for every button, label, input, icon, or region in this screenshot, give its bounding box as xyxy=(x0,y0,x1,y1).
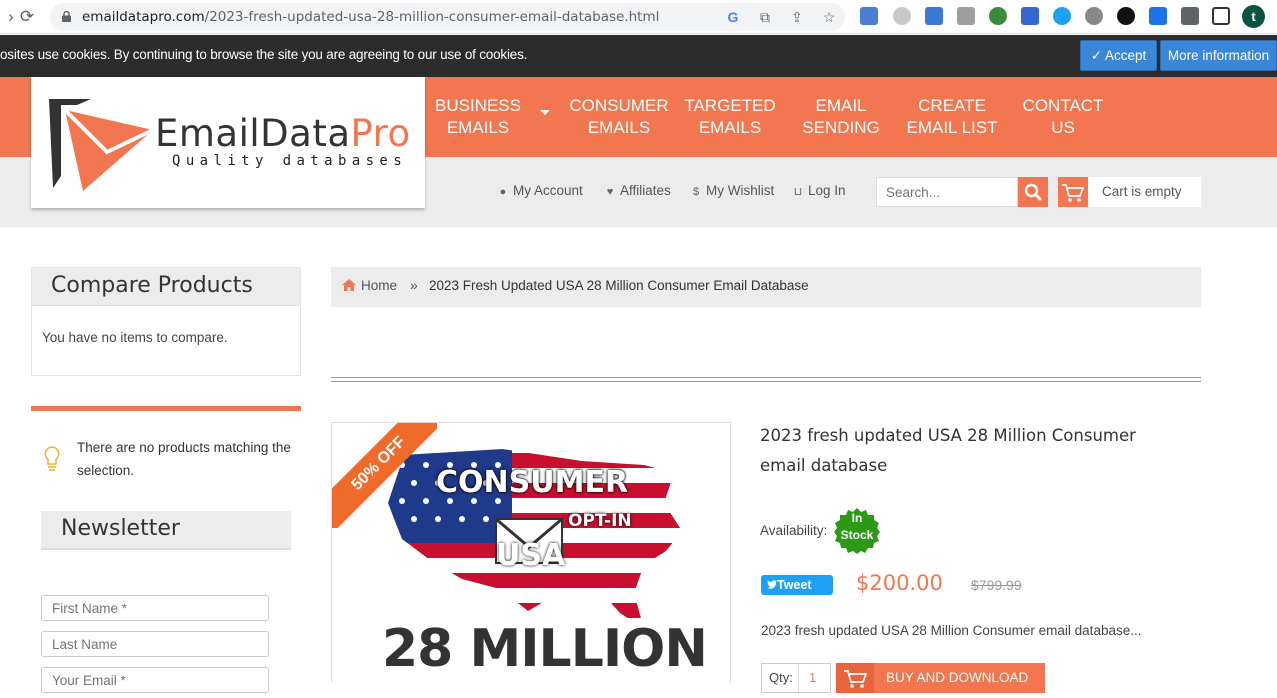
menu-business-emails[interactable]: Business Emails xyxy=(430,95,526,139)
extensions-puzzle-icon[interactable] xyxy=(1181,7,1199,25)
unlock-icon: ⊔ xyxy=(793,186,803,198)
product-title: 2023 fresh updated USA 28 Million Consum… xyxy=(760,426,1136,475)
product-price: $200.00 xyxy=(856,571,943,595)
extension-translate-icon[interactable] xyxy=(860,7,878,25)
google-icon[interactable]: G xyxy=(724,8,742,26)
logo-tagline: Quality databases xyxy=(172,153,408,169)
shopping-cart-icon xyxy=(1062,184,1085,202)
tweet-button[interactable]: Tweet xyxy=(761,575,833,595)
image-usa-text: USA xyxy=(496,538,566,573)
buy-and-download-button[interactable]: Buy and Download xyxy=(836,663,1045,693)
stock-status: In Stock xyxy=(840,511,874,542)
availability-label: Availability: xyxy=(760,523,828,538)
extension-person-icon[interactable] xyxy=(957,7,975,25)
menu-email-sending[interactable]: Email Sending xyxy=(795,95,887,139)
site-logo[interactable]: EmailDataPro Quality databases xyxy=(31,77,425,208)
extension-twitter-icon[interactable] xyxy=(1053,7,1071,25)
browser-toolbar: › ⟳ emaildatapro.com/2023-fresh-updated-… xyxy=(0,0,1277,34)
compare-title: Compare Products xyxy=(51,273,253,298)
discount-ribbon-label: 50% OFF xyxy=(332,423,437,528)
breadcrumb: Home » 2023 Fresh Updated USA 28 Million… xyxy=(331,267,1201,307)
side-panel-icon[interactable] xyxy=(1212,7,1230,25)
menu-contact-us[interactable]: Contact Us xyxy=(1018,95,1108,139)
extension-dark-icon[interactable] xyxy=(1117,7,1135,25)
my-wishlist-link[interactable]: $ My Wishlist xyxy=(690,183,774,198)
home-icon xyxy=(342,279,356,291)
buy-cart-box xyxy=(836,663,874,693)
extension-code-icon[interactable] xyxy=(1021,7,1039,25)
section-divider xyxy=(31,406,301,411)
product-image[interactable]: 50% OFF CONSUMER OPT-IN USA 28 MILLION xyxy=(331,422,731,683)
share-icon[interactable]: ⇪ xyxy=(788,8,806,26)
cart-button[interactable] xyxy=(1058,177,1088,207)
lock-icon xyxy=(62,11,71,22)
translate-icon[interactable]: ⧉ xyxy=(756,8,774,26)
email-field[interactable] xyxy=(41,667,269,693)
quantity-field[interactable]: Qty: 1 xyxy=(761,663,831,693)
cookie-notice-bar: osites use cookies. By continuing to bro… xyxy=(0,35,1277,77)
newsletter-title: Newsletter xyxy=(61,516,180,541)
breadcrumb-current: 2023 Fresh Updated USA 28 Million Consum… xyxy=(429,278,809,293)
image-optin-text: OPT-IN xyxy=(568,511,632,531)
newsletter-header: Newsletter xyxy=(41,511,291,550)
qty-divider xyxy=(798,664,799,692)
url-text: emaildatapro.com/2023-fresh-updated-usa-… xyxy=(82,9,660,25)
user-icon: ● xyxy=(499,186,507,198)
short-description: 2023 fresh updated USA 28 Million Consum… xyxy=(761,623,1142,638)
menu-targeted-emails[interactable]: Targeted Emails xyxy=(680,95,780,139)
menu-consumer-emails[interactable]: Consumer Emails xyxy=(566,95,672,139)
breadcrumb-separator: » xyxy=(410,277,418,293)
money-bag-icon: $ xyxy=(692,186,700,198)
log-in-link[interactable]: ⊔ Log In xyxy=(792,183,846,198)
profile-avatar[interactable]: t xyxy=(1242,5,1265,28)
envelope-logo-icon xyxy=(49,99,154,191)
image-consumer-text: CONSUMER xyxy=(436,465,629,500)
address-bar[interactable]: emaildatapro.com/2023-fresh-updated-usa-… xyxy=(50,3,845,31)
my-account-link[interactable]: ● My Account xyxy=(497,183,583,198)
breadcrumb-home-link[interactable]: Home xyxy=(361,278,397,293)
extension-web-icon[interactable] xyxy=(1085,7,1103,25)
reload-icon[interactable]: ⟳ xyxy=(16,6,38,28)
image-million-text: 28 MILLION xyxy=(382,619,708,679)
shopping-cart-icon xyxy=(844,670,868,688)
first-name-field[interactable] xyxy=(41,595,269,621)
heart-icon: ♥ xyxy=(606,186,614,198)
cart-status[interactable]: Cart is empty xyxy=(1088,177,1201,207)
cookie-notice-text: osites use cookies. By continuing to bro… xyxy=(0,47,528,62)
lightbulb-icon xyxy=(44,446,60,471)
extension-save-icon[interactable] xyxy=(1149,7,1167,25)
bookmark-star-icon[interactable]: ☆ xyxy=(820,8,838,26)
extension-ghost-icon[interactable] xyxy=(893,7,911,25)
no-products-notice: There are no products matching the selec… xyxy=(77,440,291,478)
logo-wordmark: EmailDataPro xyxy=(155,112,411,155)
search-button[interactable] xyxy=(1018,177,1048,207)
accept-cookies-button[interactable]: ✓ Accept xyxy=(1080,40,1157,71)
content-divider xyxy=(331,377,1201,382)
affiliates-link[interactable]: ♥ Affiliates xyxy=(604,183,671,198)
discount-ribbon: 50% OFF xyxy=(332,423,437,528)
search-icon xyxy=(1024,183,1042,201)
last-name-field[interactable] xyxy=(41,631,269,657)
extension-doc-icon[interactable] xyxy=(925,7,943,25)
more-information-button[interactable]: More information xyxy=(1160,40,1277,71)
compare-header: Compare Products xyxy=(32,268,300,306)
old-price: $799.99 xyxy=(971,577,1022,593)
chevron-down-icon[interactable] xyxy=(540,110,550,115)
compare-products-block: Compare Products You have no items to co… xyxy=(31,267,301,376)
twitter-bird-icon xyxy=(767,580,777,589)
menu-create-email-list[interactable]: Create Email List xyxy=(902,95,1002,139)
compare-empty-text: You have no items to compare. xyxy=(42,330,228,345)
search-input[interactable] xyxy=(876,177,1018,207)
extension-globe-icon[interactable] xyxy=(989,7,1007,25)
